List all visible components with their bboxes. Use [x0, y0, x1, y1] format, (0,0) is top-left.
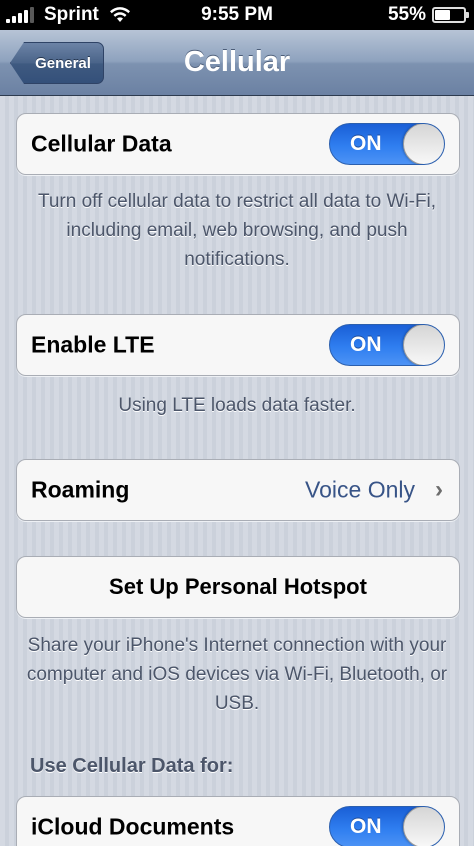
roaming-value: Voice Only — [305, 476, 415, 503]
cellular-data-row: Cellular Data ON — [16, 113, 460, 175]
lte-footer: Using LTE loads data faster. — [118, 395, 356, 416]
status-bar: Sprint 9:55 PM 55% — [0, 0, 474, 30]
enable-lte-row: Enable LTE ON — [16, 314, 460, 376]
battery-fill — [435, 10, 451, 20]
enable-lte-label: Enable LTE — [31, 331, 155, 358]
icloud-documents-label: iCloud Documents — [31, 813, 235, 840]
roaming-row[interactable]: Roaming Voice Only › — [16, 459, 460, 521]
battery-percentage: 55% — [387, 4, 426, 25]
enable-lte-toggle[interactable]: ON — [329, 324, 445, 366]
toggle-on-text: ON — [350, 333, 382, 356]
cellular-data-toggle[interactable]: ON — [329, 123, 445, 165]
personal-hotspot-label: Set Up Personal Hotspot — [109, 574, 367, 599]
page-title: Cellular — [183, 46, 291, 78]
status-right: 55% — [387, 4, 469, 26]
use-cellular-section-header: Use Cellular Data for: — [30, 755, 234, 777]
cellular-data-label: Cellular Data — [31, 130, 172, 157]
icloud-documents-row: iCloud Documents ON — [16, 796, 460, 846]
toggle-knob[interactable] — [403, 807, 444, 846]
toggle-knob[interactable] — [403, 124, 444, 164]
personal-hotspot-button[interactable]: Set Up Personal Hotspot — [16, 556, 460, 618]
toggle-on-text: ON — [350, 815, 382, 838]
roaming-label: Roaming — [31, 476, 130, 503]
icloud-documents-toggle[interactable]: ON — [329, 806, 445, 846]
battery-icon — [432, 7, 469, 23]
cellular-data-footer: Turn off cellular data to restrict all d… — [37, 191, 437, 270]
toggle-knob[interactable] — [403, 325, 444, 365]
hotspot-footer: Share your iPhone's Internet connection … — [26, 635, 448, 714]
navigation-bar: General Cellular — [0, 30, 474, 96]
toggle-on-text: ON — [350, 132, 382, 155]
chevron-right-icon: › — [435, 476, 443, 503]
